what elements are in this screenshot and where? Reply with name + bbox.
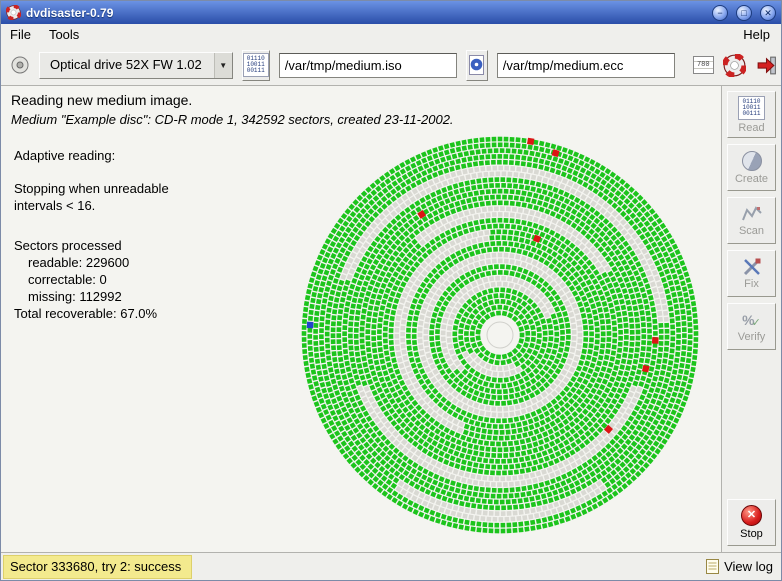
sectors-missing: missing: 112992 — [14, 288, 169, 305]
scan-button[interactable]: Scan — [727, 197, 776, 244]
fix-label: Fix — [744, 278, 759, 290]
fix-icon — [741, 258, 763, 276]
window-title: dvdisaster-0.79 — [26, 6, 704, 20]
verify-label: Verify — [738, 331, 766, 343]
correctable-value: 0 — [100, 272, 107, 287]
missing-label: missing: — [28, 289, 76, 304]
read-button[interactable]: 01110 10011 00111 Read — [727, 91, 776, 138]
sectors-heading: Sectors processed — [14, 237, 169, 254]
create-icon — [742, 151, 762, 171]
missing-value: 112992 — [79, 289, 121, 304]
create-button[interactable]: Create — [727, 144, 776, 191]
stop-label: Stop — [740, 528, 763, 540]
app-icon — [6, 5, 21, 20]
main-panel: Adaptive reading: Stopping when unreadab… — [1, 129, 721, 552]
status-line-2: Medium "Example disc": CD-R mode 1, 3425… — [11, 112, 711, 127]
image-file-input[interactable] — [279, 53, 457, 78]
drive-icon — [10, 55, 30, 75]
sectors-readable: readable: 229600 — [14, 254, 169, 271]
reading-stats: Adaptive reading: Stopping when unreadab… — [14, 147, 169, 322]
check-glyph: ✓ — [752, 316, 761, 329]
create-label: Create — [735, 173, 768, 185]
read-label: Read — [738, 122, 764, 134]
stopping-line-1: Stopping when unreadable — [14, 180, 169, 197]
binary-line: 00111 — [247, 68, 265, 74]
quit-button[interactable] — [755, 52, 778, 79]
minimize-button[interactable]: − — [712, 5, 728, 21]
ecc-file-button[interactable] — [466, 50, 488, 81]
sectors-correctable: correctable: 0 — [14, 271, 169, 288]
action-sidebar: 01110 10011 00111 Read Create Scan — [721, 86, 781, 552]
readable-value: 229600 — [86, 255, 129, 270]
titlebar[interactable]: dvdisaster-0.79 − □ ✕ — [1, 1, 781, 24]
drive-selector-value: Optical drive 52X FW 1.02 — [40, 53, 214, 78]
binary-line: 00111 — [742, 111, 760, 117]
quit-icon — [755, 54, 778, 77]
log-page-icon — [706, 559, 719, 574]
disc-spiral-visualization — [297, 132, 703, 538]
correctable-label: correctable: — [28, 272, 96, 287]
menu-file[interactable]: File — [10, 27, 31, 42]
verify-icon: % ✓ — [742, 311, 761, 329]
fix-button[interactable]: Fix — [727, 250, 776, 297]
scan-icon — [741, 205, 763, 223]
chevron-down-icon: ▼ — [214, 53, 232, 78]
menu-help[interactable]: Help — [743, 27, 770, 42]
total-recoverable: Total recoverable: 67.0% — [14, 305, 169, 322]
ecc-file-icon — [467, 54, 487, 76]
preferences-button[interactable]: 780 — [693, 52, 714, 79]
read-icon: 01110 10011 00111 — [738, 96, 764, 120]
lifebuoy-icon — [723, 54, 746, 77]
view-log-label: View log — [724, 559, 773, 574]
status-area: Reading new medium image. Medium "Exampl… — [1, 86, 721, 129]
image-file-button[interactable]: 01110 10011 00111 — [242, 50, 270, 81]
content-area: Reading new medium image. Medium "Exampl… — [1, 86, 781, 552]
status-message: Sector 333680, try 2: success — [3, 555, 192, 579]
maximize-button[interactable]: □ — [736, 5, 752, 21]
scan-label: Scan — [739, 225, 764, 237]
drive-selector[interactable]: Optical drive 52X FW 1.02 ▼ — [39, 52, 233, 79]
close-button[interactable]: ✕ — [760, 5, 776, 21]
preferences-icon-text: 780 — [697, 61, 710, 69]
app-window: dvdisaster-0.79 − □ ✕ File Tools Help Op… — [0, 0, 782, 581]
menu-tools[interactable]: Tools — [49, 27, 79, 42]
stop-icon: ✕ — [741, 505, 762, 526]
menubar: File Tools Help — [1, 24, 781, 45]
stop-button[interactable]: ✕ Stop — [727, 499, 776, 546]
toolbar: Optical drive 52X FW 1.02 ▼ 01110 10011 … — [1, 45, 781, 86]
status-line-1: Reading new medium image. — [11, 92, 711, 108]
statusbar: Sector 333680, try 2: success View log — [1, 552, 781, 580]
adaptive-heading: Adaptive reading: — [14, 147, 169, 164]
verify-button[interactable]: % ✓ Verify — [727, 303, 776, 350]
binary-file-icon: 01110 10011 00111 — [243, 53, 269, 77]
view-log-button[interactable]: View log — [706, 559, 773, 574]
stop-x-glyph: ✕ — [747, 510, 756, 521]
ecc-file-input[interactable] — [497, 53, 675, 78]
readable-label: readable: — [28, 255, 82, 270]
help-button[interactable] — [723, 52, 746, 79]
stopping-line-2: intervals < 16. — [14, 197, 169, 214]
preferences-icon: 780 — [693, 56, 714, 74]
